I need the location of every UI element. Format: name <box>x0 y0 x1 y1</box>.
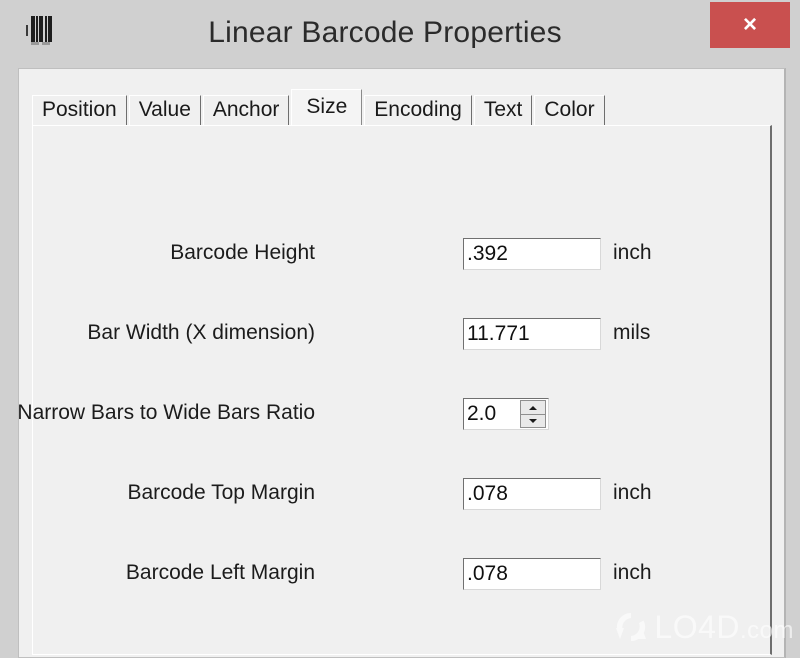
form-row: Barcode Top Margin inch <box>33 478 773 558</box>
form-row: Bar Width (X dimension) mils <box>33 318 773 398</box>
tab-size[interactable]: Size <box>291 89 363 125</box>
tab-label: Position <box>42 98 117 121</box>
narrow-to-wide-ratio-field-wrap <box>463 398 549 430</box>
barcode-height-field-wrap <box>463 238 601 270</box>
close-button[interactable]: × <box>710 2 790 48</box>
barcode-top-margin-field-wrap <box>463 478 601 510</box>
bar-width-input[interactable] <box>463 318 601 350</box>
chevron-down-icon <box>529 419 537 423</box>
page-title: Linear Barcode Properties <box>208 16 562 49</box>
linear-barcode-properties-window: Linear Barcode Properties × Position Val… <box>0 0 800 658</box>
barcode-top-margin-unit: inch <box>613 481 652 504</box>
barcode-left-margin-input[interactable] <box>463 558 601 590</box>
bar-width-unit: mils <box>613 321 651 344</box>
chevron-up-icon <box>529 405 537 410</box>
stepper-up-button[interactable] <box>520 400 546 414</box>
tab-position[interactable]: Position <box>32 95 127 125</box>
stepper-down-button[interactable] <box>520 414 546 428</box>
tab-text[interactable]: Text <box>473 95 533 125</box>
barcode-top-margin-label: Barcode Top Margin <box>127 481 315 504</box>
tab-label: Color <box>544 98 595 121</box>
tab-value[interactable]: Value <box>128 95 201 125</box>
titlebar: Linear Barcode Properties × <box>0 0 800 68</box>
form-row: Barcode Height inch <box>33 238 773 318</box>
barcode-height-input[interactable] <box>463 238 601 270</box>
tab-label: Anchor <box>212 98 280 121</box>
tab-color[interactable]: Color <box>534 95 605 125</box>
dialog-body: Position Value Anchor Size Encoding Text… <box>17 68 786 658</box>
barcode-height-unit: inch <box>613 241 652 264</box>
bar-width-field-wrap <box>463 318 601 350</box>
tab-encoding[interactable]: Encoding <box>364 95 472 125</box>
form-row: Narrow Bars to Wide Bars Ratio <box>17 398 773 478</box>
bar-width-label: Bar Width (X dimension) <box>87 321 315 344</box>
barcode-height-label: Barcode Height <box>170 241 315 264</box>
stepper-buttons <box>520 399 548 429</box>
size-tab-panel: Barcode Height inch Bar Width (X dimensi… <box>17 125 773 655</box>
close-icon: × <box>742 11 757 38</box>
barcode-top-margin-input[interactable] <box>463 478 601 510</box>
tab-label: Value <box>138 98 191 121</box>
tab-label: Text <box>483 98 523 121</box>
tab-label: Encoding <box>374 98 462 121</box>
narrow-to-wide-ratio-label: Narrow Bars to Wide Bars Ratio <box>17 401 315 424</box>
barcode-icon <box>20 13 60 51</box>
barcode-left-margin-unit: inch <box>613 561 652 584</box>
tab-strip: Position Value Anchor Size Encoding Text… <box>32 89 772 125</box>
tab-label: Size <box>306 95 348 118</box>
narrow-to-wide-ratio-input[interactable] <box>464 399 520 429</box>
size-form: Barcode Height inch Bar Width (X dimensi… <box>17 238 773 638</box>
barcode-left-margin-label: Barcode Left Margin <box>125 561 315 584</box>
tab-anchor[interactable]: Anchor <box>202 95 290 125</box>
narrow-to-wide-ratio-stepper[interactable] <box>463 398 549 430</box>
barcode-left-margin-field-wrap <box>463 558 601 590</box>
form-row: Barcode Left Margin inch <box>33 558 773 638</box>
